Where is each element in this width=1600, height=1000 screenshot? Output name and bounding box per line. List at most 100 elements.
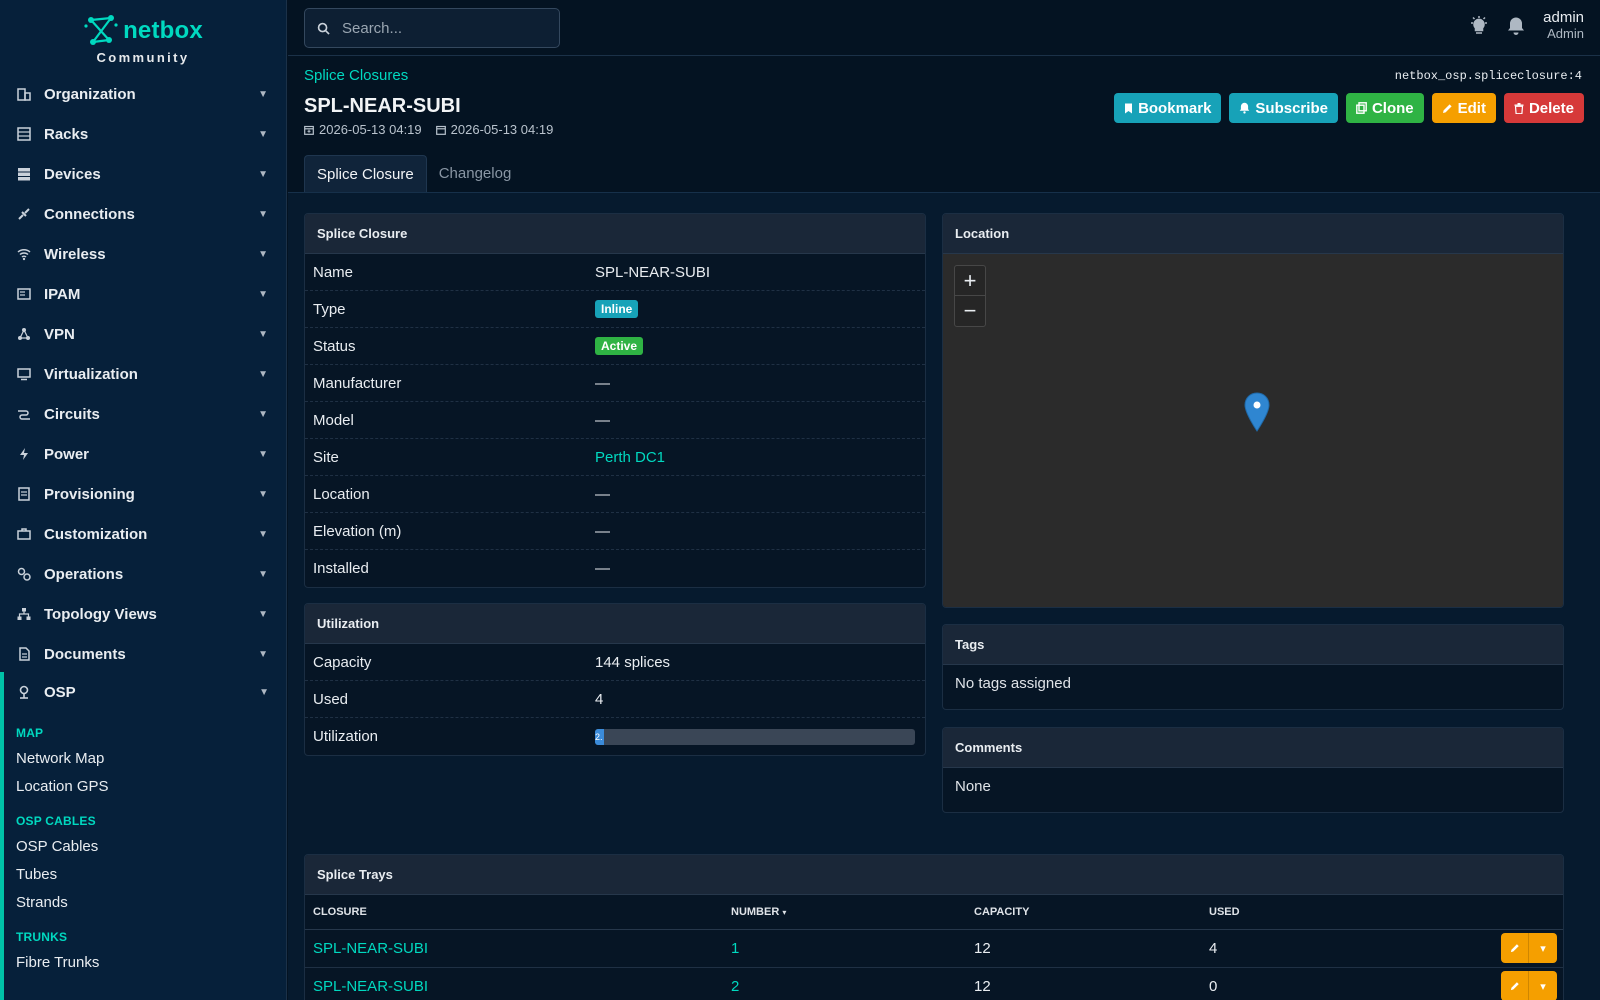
tray-number-link[interactable]: 2 [731, 978, 739, 995]
sidebar-link-fibre-trunks[interactable]: Fibre Trunks [0, 948, 286, 976]
edit-button[interactable]: Edit [1431, 93, 1496, 123]
topology-icon [16, 606, 32, 622]
sidebar-item-ipam[interactable]: IPAM ▼ [0, 274, 286, 314]
sidebar-link-network-map[interactable]: Network Map [0, 744, 286, 772]
created-date-value: 2026-05-13 04:19 [319, 122, 422, 137]
column-header-used[interactable]: USED [1201, 895, 1401, 930]
chevron-down-icon: ▼ [258, 448, 268, 460]
pencil-icon [1442, 103, 1452, 113]
tray-number-link[interactable]: 1 [731, 940, 739, 957]
row-dropdown-chevron-icon[interactable]: ▾ [1529, 933, 1557, 963]
sidebar-item-label: IPAM [44, 285, 81, 303]
site-link[interactable]: Perth DC1 [595, 449, 665, 466]
column-header-number[interactable]: NUMBER ▾ [723, 895, 966, 930]
delete-button-label: Delete [1528, 99, 1574, 117]
sort-chevron-down-icon: ▾ [782, 907, 787, 917]
sidebar-item-label: Power [44, 445, 90, 463]
section-heading-map: MAP [16, 726, 44, 740]
delete-button[interactable]: Delete [1503, 93, 1584, 123]
sidebar-item-virtualization[interactable]: Virtualization ▼ [0, 354, 286, 394]
column-header-closure[interactable]: CLOSURE [305, 895, 723, 930]
bookmark-button-label: Bookmark [1138, 99, 1212, 117]
operations-icon [16, 566, 32, 582]
bell-icon[interactable] [1507, 16, 1525, 36]
clone-button[interactable]: Clone [1345, 93, 1424, 123]
row-edit-pencil-icon[interactable] [1501, 971, 1529, 1000]
attr-value-manufacturer: — [595, 374, 610, 392]
sidebar-item-provisioning[interactable]: Provisioning ▼ [0, 474, 286, 514]
zoom-in-button[interactable]: + [955, 266, 985, 296]
attr-label: Site [313, 448, 339, 466]
sidebar-item-label: Devices [44, 165, 101, 183]
zoom-out-button[interactable]: − [955, 296, 985, 326]
map-marker-icon[interactable] [1244, 392, 1270, 432]
theme-toggle-lightbulb-icon[interactable] [1469, 15, 1489, 37]
user-role: Admin [1547, 26, 1584, 41]
sidebar-item-operations[interactable]: Operations ▼ [0, 554, 286, 594]
sidebar-item-customization[interactable]: Customization ▼ [0, 514, 286, 554]
tray-capacity: 12 [966, 967, 1201, 1000]
sidebar-link-strands[interactable]: Strands [0, 888, 286, 916]
comments-card: Comments None [942, 727, 1564, 813]
subscribe-button[interactable]: Subscribe [1229, 93, 1338, 123]
sidebar-link-tubes[interactable]: Tubes [0, 860, 286, 888]
chevron-down-icon: ▼ [258, 368, 268, 380]
chevron-down-icon: ▼ [258, 408, 268, 420]
sidebar-item-documents[interactable]: Documents ▼ [0, 634, 286, 674]
attr-label: Elevation (m) [313, 522, 402, 540]
sidebar-item-osp[interactable]: OSP ▼ [0, 672, 286, 712]
table-row: SPL-NEAR-SUBI 2 12 0 ▾ [305, 967, 1563, 1000]
location-card: Location + − [942, 213, 1564, 608]
sidebar-item-power[interactable]: Power ▼ [0, 434, 286, 474]
column-header-number-label: NUMBER [731, 905, 780, 918]
attr-value-elevation: — [595, 522, 610, 540]
chevron-down-icon: ▼ [258, 608, 268, 620]
tray-closure-link[interactable]: SPL-NEAR-SUBI [313, 940, 428, 957]
sidebar-item-circuits[interactable]: Circuits ▼ [0, 394, 286, 434]
customization-icon [16, 526, 32, 542]
sidebar-link-osp-cables[interactable]: OSP Cables [0, 832, 286, 860]
sidebar-item-connections[interactable]: Connections ▼ [0, 194, 286, 234]
user-menu[interactable]: admin Admin [1543, 10, 1584, 42]
row-dropdown-chevron-icon[interactable]: ▾ [1529, 971, 1557, 1000]
sidebar-item-label: Topology Views [44, 605, 157, 623]
bookmark-button[interactable]: Bookmark [1114, 93, 1222, 123]
sidebar-item-racks[interactable]: Racks ▼ [0, 114, 286, 154]
object-actions: Bookmark Subscribe Clone Edit Delete [1114, 93, 1584, 123]
attr-row-capacity: Capacity 144 splices [305, 644, 925, 681]
sidebar-item-label: Provisioning [44, 485, 135, 503]
splice-trays-table: CLOSURE NUMBER ▾ CAPACITY USED SPL-NEAR-… [305, 895, 1563, 1000]
sidebar-item-vpn[interactable]: VPN ▼ [0, 314, 286, 354]
sidebar-nav: Organization ▼ Racks ▼ Devices ▼ Connections ▼ W… [0, 74, 286, 674]
chevron-down-icon: ▼ [258, 528, 268, 540]
tray-used: 4 [1201, 929, 1401, 968]
column-header-capacity[interactable]: CAPACITY [966, 895, 1201, 930]
attr-row-location: Location — [305, 476, 925, 513]
splice-trays-card: Splice Trays CLOSURE NUMBER ▾ CAPACITY U… [304, 854, 1564, 1000]
chevron-down-icon: ▼ [258, 568, 268, 580]
search-input[interactable] [342, 19, 542, 37]
sidebar-item-wireless[interactable]: Wireless ▼ [0, 234, 286, 274]
chevron-down-icon: ▼ [259, 686, 269, 698]
sidebar-link-location-gps[interactable]: Location GPS [0, 772, 286, 800]
object-tabs: Splice Closure Changelog [304, 155, 523, 192]
attr-label: Model [313, 411, 354, 429]
sidebar-item-label: Customization [44, 525, 148, 543]
sidebar-item-topology-views[interactable]: Topology Views ▼ [0, 594, 286, 634]
tab-changelog[interactable]: Changelog [427, 155, 524, 192]
power-icon [16, 446, 32, 462]
tray-closure-link[interactable]: SPL-NEAR-SUBI [313, 978, 428, 995]
column-header-actions [1401, 895, 1563, 930]
chevron-down-icon: ▼ [258, 648, 268, 660]
breadcrumb[interactable]: Splice Closures [304, 67, 408, 84]
sidebar-item-devices[interactable]: Devices ▼ [0, 154, 286, 194]
search-box[interactable] [304, 8, 560, 48]
attr-label: Installed [313, 560, 369, 577]
location-map[interactable]: + − [943, 254, 1563, 607]
tab-splice-closure[interactable]: Splice Closure [304, 155, 427, 192]
chevron-down-icon: ▼ [258, 288, 268, 300]
brand[interactable]: netbox Community [0, 0, 286, 74]
sidebar-item-organization[interactable]: Organization ▼ [0, 74, 286, 114]
row-edit-pencil-icon[interactable] [1501, 933, 1529, 963]
section-heading-osp-cables: OSP CABLES [16, 814, 96, 828]
